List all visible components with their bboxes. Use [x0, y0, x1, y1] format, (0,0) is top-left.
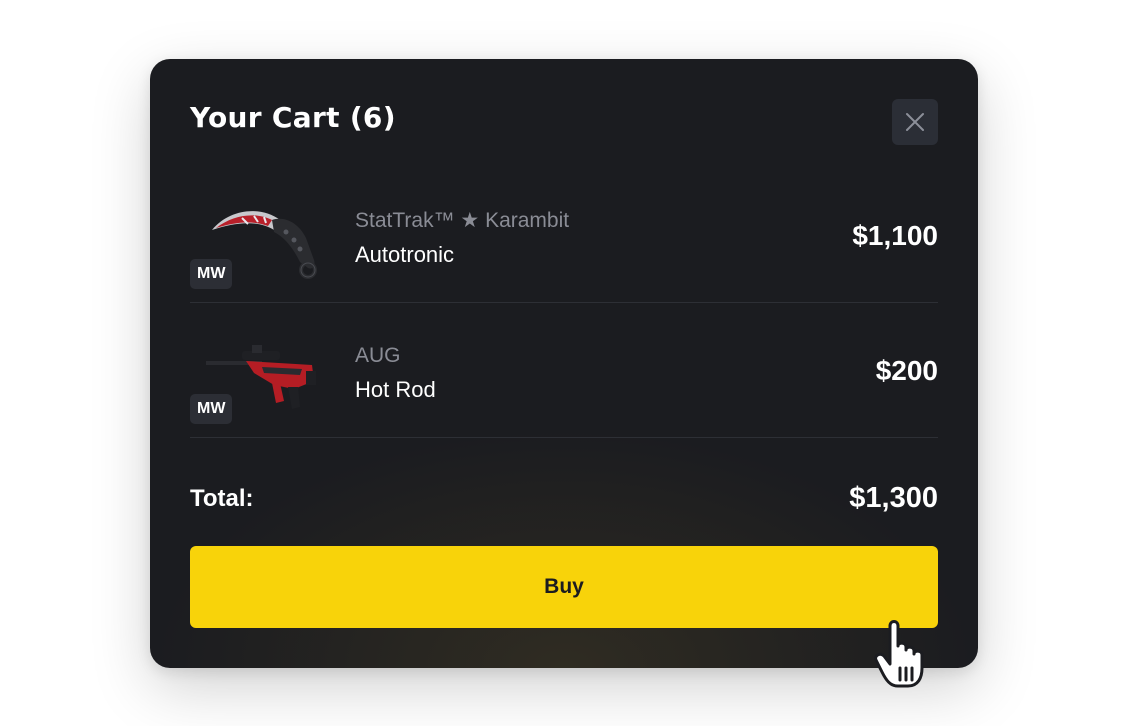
- item-price: $200: [875, 355, 938, 386]
- item-name: Autotronic: [355, 242, 455, 267]
- cart-panel: Your Cart (6) MW StatTrak™ ★ Karambit Au…: [150, 59, 978, 668]
- cart-item: MW StatTrak™ ★ Karambit Autotronic $1,10…: [190, 190, 938, 303]
- item-thumbnail: MW: [190, 198, 330, 294]
- wear-badge: MW: [190, 259, 233, 289]
- item-price: $1,100: [852, 220, 938, 251]
- close-button[interactable]: [892, 99, 938, 145]
- item-info: AUG Hot Rod: [355, 343, 436, 405]
- item-type: StatTrak™ ★ Karambit: [355, 209, 570, 232]
- wear-badge: MW: [190, 394, 233, 424]
- item-type: AUG: [355, 344, 401, 367]
- close-icon: [906, 113, 924, 131]
- total-label: Total:: [190, 485, 254, 512]
- item-thumbnail: MW: [190, 333, 330, 429]
- buy-button[interactable]: Buy: [190, 546, 938, 628]
- item-info: StatTrak™ ★ Karambit Autotronic: [355, 208, 569, 270]
- cart-title: Your Cart (6): [190, 101, 396, 134]
- page: Your Cart (6) MW StatTrak™ ★ Karambit Au…: [0, 0, 1128, 726]
- item-name: Hot Rod: [355, 377, 436, 402]
- total-value: $1,300: [849, 482, 938, 514]
- cart-item: MW AUG Hot Rod $200: [190, 325, 938, 438]
- hand-pointer-icon: [874, 620, 924, 688]
